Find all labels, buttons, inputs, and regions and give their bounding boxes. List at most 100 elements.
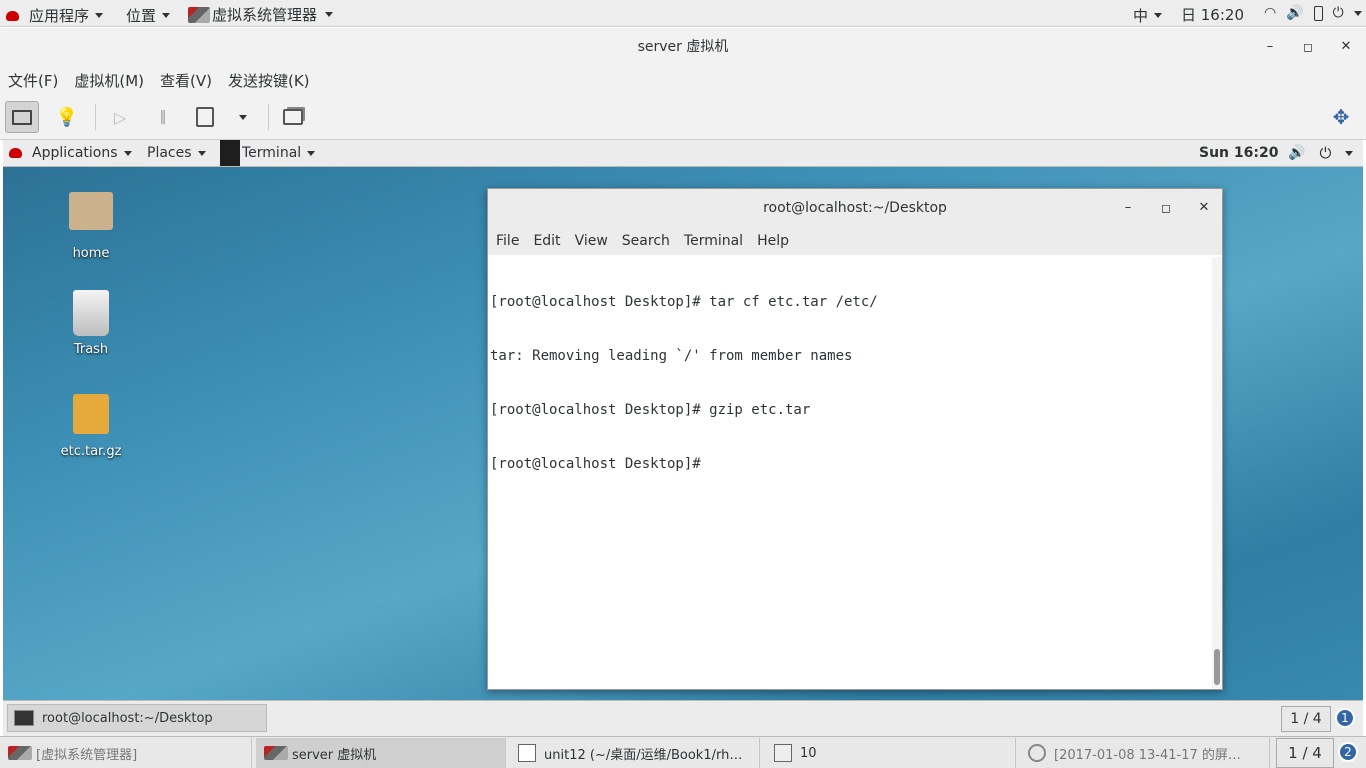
host-badge-count: 2 bbox=[1344, 745, 1352, 759]
guest-clock[interactable]: Sun 16:20 bbox=[1199, 145, 1278, 161]
guest-applications-menu[interactable]: Applications bbox=[9, 145, 132, 161]
terminal-minimize-button[interactable]: – bbox=[1116, 189, 1140, 227]
fullscreen-button[interactable]: ✥ bbox=[1324, 101, 1358, 133]
menu-send-key[interactable]: 发送按键(K) bbox=[228, 70, 310, 91]
desktop-icon-home[interactable]: home bbox=[51, 192, 131, 261]
home-folder-icon bbox=[69, 192, 113, 230]
desktop-icon-label: Trash bbox=[73, 342, 109, 357]
guest-bottom-bar: root@localhost:~/Desktop 1 / 4 1 bbox=[3, 700, 1363, 736]
maximize-button[interactable]: ◻ bbox=[1296, 28, 1320, 66]
console-view-button[interactable] bbox=[5, 101, 39, 133]
terminal-menubar: File Edit View Search Terminal Help bbox=[488, 227, 1222, 255]
terminal-output[interactable]: [root@localhost Desktop]# tar cf etc.tar… bbox=[490, 257, 1210, 687]
host-app-menu[interactable]: 虚拟系统管理器 bbox=[188, 4, 334, 25]
host-task-label: [2017-01-08 13-41-17 的屏… bbox=[1054, 747, 1241, 763]
terminal-icon bbox=[14, 710, 34, 726]
host-workspace-label: 1 / 4 bbox=[1288, 744, 1322, 762]
host-task-virt-manager[interactable]: [虚拟系统管理器] bbox=[0, 738, 252, 768]
terminal-close-button[interactable]: ✕ bbox=[1192, 189, 1216, 227]
menu-file[interactable]: 文件(F) bbox=[8, 70, 58, 91]
host-places-menu[interactable]: 位置 bbox=[126, 5, 171, 26]
minimize-button[interactable]: – bbox=[1258, 28, 1282, 66]
pause-button[interactable]: ‖ bbox=[146, 101, 180, 133]
host-task-editor[interactable]: unit12 (~/桌面/运维/Book1/rh… bbox=[510, 738, 760, 768]
guest-places-label: Places bbox=[147, 145, 192, 161]
guest-display[interactable]: Applications Places Terminal Sun 16:20 🔊… bbox=[3, 140, 1363, 736]
wifi-icon: ◠ bbox=[1264, 5, 1277, 21]
host-task-screenshot[interactable]: [2017-01-08 13-41-17 的屏… bbox=[1020, 738, 1270, 768]
vm-window-titlebar[interactable]: server 虚拟机 – ◻ ✕ bbox=[0, 28, 1366, 66]
shutdown-button[interactable] bbox=[188, 101, 222, 133]
chevron-down-icon bbox=[325, 12, 334, 17]
host-clock[interactable]: 日 16:20 bbox=[1181, 4, 1244, 25]
scrollbar-thumb[interactable] bbox=[1214, 649, 1220, 685]
terminal-menu-help[interactable]: Help bbox=[757, 233, 789, 249]
snapshots-button[interactable] bbox=[276, 101, 310, 133]
chevron-down-icon bbox=[162, 13, 171, 18]
terminal-menu-view[interactable]: View bbox=[575, 233, 608, 249]
guest-notification-badge[interactable]: 1 bbox=[1335, 708, 1355, 728]
guest-status-area[interactable]: 🔊 ⏻ bbox=[1288, 144, 1354, 162]
terminal-titlebar[interactable]: root@localhost:~/Desktop – ◻ ✕ bbox=[488, 189, 1222, 227]
terminal-icon bbox=[220, 140, 240, 166]
guest-places-menu[interactable]: Places bbox=[147, 145, 206, 161]
power-icon: ⏻ bbox=[1319, 144, 1332, 162]
terminal-scrollbar[interactable] bbox=[1212, 257, 1222, 689]
host-notification-badge[interactable]: 2 bbox=[1338, 742, 1358, 762]
input-method-menu[interactable]: 中 bbox=[1133, 5, 1163, 26]
terminal-menu-terminal[interactable]: Terminal bbox=[684, 233, 743, 249]
screenshot-icon bbox=[1028, 744, 1046, 762]
trash-icon bbox=[73, 290, 109, 336]
guest-badge-count: 1 bbox=[1341, 711, 1349, 725]
host-task-server-vm[interactable]: server 虚拟机 bbox=[256, 738, 506, 768]
guest-terminal-menu[interactable]: Terminal bbox=[220, 140, 316, 166]
desktop-icon-trash[interactable]: Trash bbox=[51, 290, 131, 357]
virt-manager-icon bbox=[8, 746, 32, 760]
chevron-down-icon bbox=[307, 150, 316, 156]
pause-icon: ‖ bbox=[159, 109, 167, 125]
chevron-down-icon bbox=[1353, 10, 1362, 16]
guest-terminal-label: Terminal bbox=[242, 145, 302, 161]
guest-workspace-switcher[interactable]: 1 / 4 bbox=[1281, 706, 1331, 732]
play-icon: ▷ bbox=[113, 107, 127, 127]
terminal-line: tar: Removing leading `/' from member na… bbox=[490, 348, 853, 364]
terminal-line: [root@localhost Desktop]# tar cf etc.tar… bbox=[490, 294, 878, 310]
guest-task-terminal[interactable]: root@localhost:~/Desktop bbox=[7, 704, 267, 732]
details-view-button[interactable]: 💡 bbox=[50, 101, 84, 133]
host-bottom-bar: [虚拟系统管理器] server 虚拟机 unit12 (~/桌面/运维/Boo… bbox=[0, 736, 1366, 768]
fullscreen-icon: ✥ bbox=[1332, 105, 1350, 129]
terminal-line: [root@localhost Desktop]# gzip etc.tar bbox=[490, 402, 811, 418]
power-icon: ⏻ bbox=[1332, 5, 1344, 21]
snapshot-icon bbox=[283, 109, 303, 125]
desktop-icon-archive[interactable]: etc.tar.gz bbox=[51, 394, 131, 459]
terminal-window[interactable]: root@localhost:~/Desktop – ◻ ✕ File Edit… bbox=[487, 188, 1223, 690]
menu-vm[interactable]: 虚拟机(M) bbox=[74, 70, 144, 91]
host-workspace-switcher[interactable]: 1 / 4 bbox=[1276, 738, 1334, 768]
virt-manager-icon bbox=[188, 6, 210, 23]
volume-icon: 🔊 bbox=[1286, 5, 1304, 21]
monitor-icon bbox=[12, 109, 32, 125]
shutdown-menu-button[interactable] bbox=[226, 101, 260, 133]
run-button[interactable]: ▷ bbox=[103, 101, 137, 133]
terminal-menu-file[interactable]: File bbox=[496, 233, 519, 249]
chevron-down-icon bbox=[197, 150, 206, 156]
terminal-line: [root@localhost Desktop]# bbox=[490, 456, 710, 472]
redhat-icon bbox=[6, 10, 19, 21]
chevron-down-icon bbox=[1154, 13, 1163, 18]
guest-workspace-label: 1 / 4 bbox=[1290, 711, 1322, 727]
host-task-label: unit12 (~/桌面/运维/Book1/rh… bbox=[544, 747, 743, 763]
terminal-maximize-button[interactable]: ◻ bbox=[1154, 189, 1178, 227]
host-task-counter[interactable]: 10 bbox=[766, 738, 1016, 768]
chevron-down-icon bbox=[1345, 150, 1354, 156]
host-applications-menu[interactable]: 应用程序 bbox=[6, 5, 104, 26]
menu-view[interactable]: 查看(V) bbox=[160, 70, 212, 91]
close-button[interactable]: ✕ bbox=[1334, 28, 1358, 66]
toolbar-divider bbox=[268, 104, 269, 130]
host-places-label: 位置 bbox=[126, 7, 157, 25]
terminal-menu-search[interactable]: Search bbox=[622, 233, 670, 249]
host-task-label: 10 bbox=[800, 745, 817, 761]
guest-task-label: root@localhost:~/Desktop bbox=[42, 710, 213, 726]
terminal-menu-edit[interactable]: Edit bbox=[533, 233, 560, 249]
vm-window-title: server 虚拟机 bbox=[637, 39, 729, 55]
host-status-area[interactable]: ◠ 🔊 ⏻ bbox=[1264, 5, 1362, 21]
